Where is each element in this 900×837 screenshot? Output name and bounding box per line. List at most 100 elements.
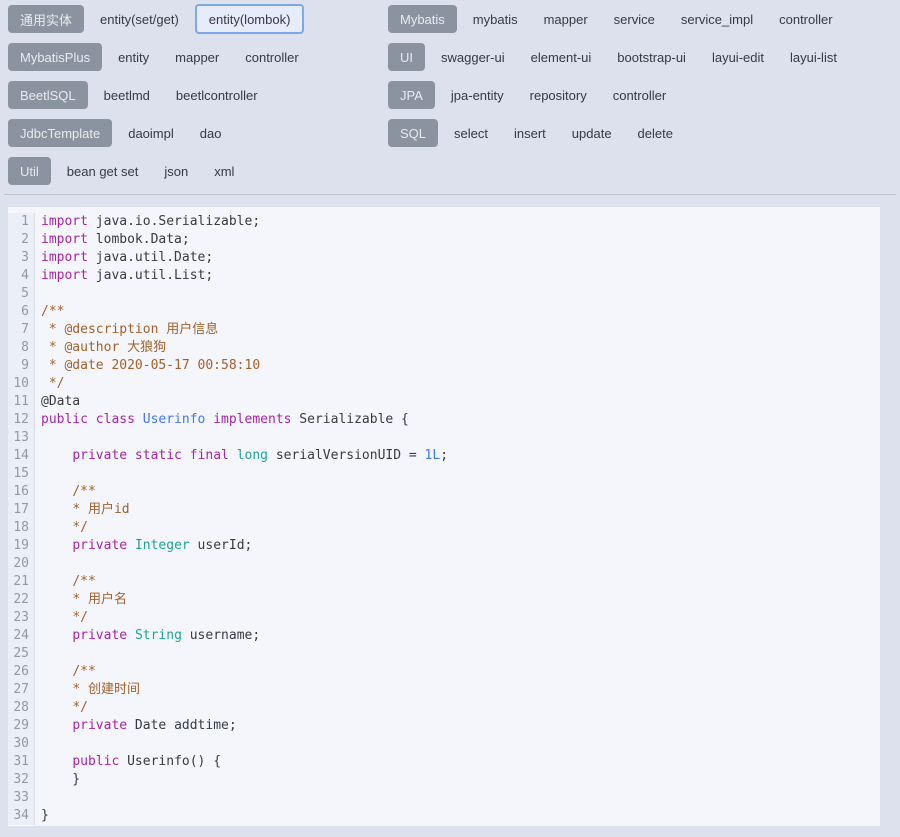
template-button-repository[interactable]: repository (520, 81, 597, 109)
code-text (35, 285, 49, 303)
toolbar-left-column: 通用实体entity(set/get)entity(lombok) Mybatis… (8, 5, 388, 185)
code-line-26: 26 /** (8, 663, 880, 681)
line-number: 9 (8, 357, 35, 375)
template-button-controller[interactable]: controller (603, 81, 676, 109)
code-text: */ (35, 609, 88, 627)
template-button-xml[interactable]: xml (204, 157, 244, 185)
template-button-delete[interactable]: delete (628, 119, 683, 147)
template-button-mapper[interactable]: mapper (165, 43, 229, 71)
template-button-beetlcontroller[interactable]: beetlcontroller (166, 81, 268, 109)
line-number: 21 (8, 573, 35, 591)
code-line-10: 10 */ (8, 375, 880, 393)
code-text: */ (35, 699, 88, 717)
group-label-jpa[interactable]: JPA (388, 81, 435, 109)
line-number: 24 (8, 627, 35, 645)
code-text: * @author 大狼狗 (35, 339, 166, 357)
template-button-entity-set-get[interactable]: entity(set/get) (90, 5, 189, 33)
code-line-2: 2import lombok.Data; (8, 231, 880, 249)
code-line-32: 32 } (8, 771, 880, 789)
code-text: */ (35, 375, 64, 393)
template-button-select[interactable]: select (444, 119, 498, 147)
line-number: 12 (8, 411, 35, 429)
template-button-insert[interactable]: insert (504, 119, 556, 147)
template-button-jpa-entity[interactable]: jpa-entity (441, 81, 514, 109)
toolbar-code-divider (4, 194, 896, 195)
code-text: /** (35, 573, 96, 591)
line-number: 4 (8, 267, 35, 285)
code-line-21: 21 /** (8, 573, 880, 591)
toolbar-right-column: Mybatismybatismapperserviceservice_implc… (388, 5, 892, 185)
group-label-beetlsql[interactable]: BeetlSQL (8, 81, 88, 109)
line-number: 34 (8, 807, 35, 825)
code-text: /** (35, 303, 64, 321)
group-label-ui[interactable]: UI (388, 43, 425, 71)
code-text: import java.io.Serializable; (35, 213, 260, 231)
code-line-34: 34} (8, 807, 880, 825)
code-text: private static final long serialVersionU… (35, 447, 448, 465)
template-button-service-impl[interactable]: service_impl (671, 5, 763, 33)
template-button-update[interactable]: update (562, 119, 622, 147)
code-text: private String username; (35, 627, 260, 645)
code-editor: 1import java.io.Serializable;2import lom… (8, 213, 880, 825)
template-button-layui-edit[interactable]: layui-edit (702, 43, 774, 71)
code-line-17: 17 * 用户id (8, 501, 880, 519)
template-button-entity-lombok[interactable]: entity(lombok) (195, 4, 305, 34)
group-label-jdbctemplate[interactable]: JdbcTemplate (8, 119, 112, 147)
code-line-28: 28 */ (8, 699, 880, 717)
code-line-5: 5 (8, 285, 880, 303)
line-number: 10 (8, 375, 35, 393)
code-line-22: 22 * 用户名 (8, 591, 880, 609)
line-number: 17 (8, 501, 35, 519)
code-line-33: 33 (8, 789, 880, 807)
line-number: 33 (8, 789, 35, 807)
line-number: 18 (8, 519, 35, 537)
code-text: import java.util.Date; (35, 249, 213, 267)
template-button-dao[interactable]: dao (190, 119, 232, 147)
template-button-layui-list[interactable]: layui-list (780, 43, 847, 71)
template-button-controller[interactable]: controller (235, 43, 308, 71)
code-text: public class Userinfo implements Seriali… (35, 411, 409, 429)
code-text: */ (35, 519, 88, 537)
line-number: 2 (8, 231, 35, 249)
code-text: private Integer userId; (35, 537, 252, 555)
code-text (35, 789, 49, 807)
template-button-entity[interactable]: entity (108, 43, 159, 71)
code-line-3: 3import java.util.Date; (8, 249, 880, 267)
group-label-label-0[interactable]: 通用实体 (8, 5, 84, 33)
template-button-swagger-ui[interactable]: swagger-ui (431, 43, 515, 71)
template-button-daoimpl[interactable]: daoimpl (118, 119, 184, 147)
group-label-sql[interactable]: SQL (388, 119, 438, 147)
code-text (35, 735, 49, 753)
template-button-element-ui[interactable]: element-ui (521, 43, 602, 71)
code-text (35, 645, 49, 663)
line-number: 32 (8, 771, 35, 789)
code-line-7: 7 * @description 用户信息 (8, 321, 880, 339)
group-label-mybatisplus[interactable]: MybatisPlus (8, 43, 102, 71)
template-button-beetlmd[interactable]: beetlmd (94, 81, 160, 109)
toolbar-group-jpa: JPAjpa-entityrepositorycontroller (388, 81, 892, 109)
template-button-bean-get-set[interactable]: bean get set (57, 157, 149, 185)
template-button-controller[interactable]: controller (769, 5, 842, 33)
template-button-service[interactable]: service (604, 5, 665, 33)
code-panel[interactable]: 1import java.io.Serializable;2import lom… (8, 207, 880, 826)
line-number: 20 (8, 555, 35, 573)
code-line-15: 15 (8, 465, 880, 483)
code-line-19: 19 private Integer userId; (8, 537, 880, 555)
code-line-13: 13 (8, 429, 880, 447)
toolbar-group-jdbctemplate: JdbcTemplatedaoimpldao (8, 119, 388, 147)
code-line-14: 14 private static final long serialVersi… (8, 447, 880, 465)
template-button-mybatis[interactable]: mybatis (463, 5, 528, 33)
line-number: 27 (8, 681, 35, 699)
template-toolbar: 通用实体entity(set/get)entity(lombok) Mybatis… (0, 0, 900, 194)
line-number: 22 (8, 591, 35, 609)
template-button-json[interactable]: json (154, 157, 198, 185)
code-line-8: 8 * @author 大狼狗 (8, 339, 880, 357)
code-line-11: 11@Data (8, 393, 880, 411)
template-button-bootstrap-ui[interactable]: bootstrap-ui (607, 43, 696, 71)
code-text: * @description 用户信息 (35, 321, 218, 339)
group-label-util[interactable]: Util (8, 157, 51, 185)
template-button-mapper[interactable]: mapper (534, 5, 598, 33)
line-number: 13 (8, 429, 35, 447)
code-line-23: 23 */ (8, 609, 880, 627)
group-label-mybatis[interactable]: Mybatis (388, 5, 457, 33)
